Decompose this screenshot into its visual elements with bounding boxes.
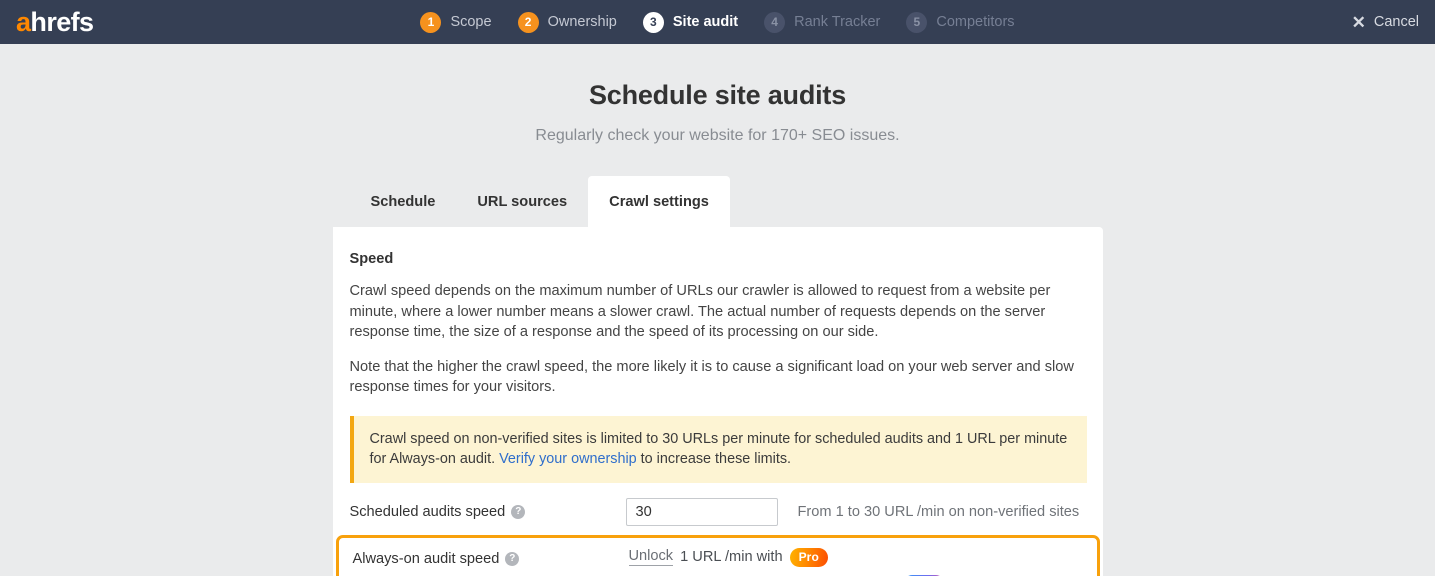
- step-label-scope: Scope: [450, 14, 491, 30]
- step-number-1: 1: [420, 12, 441, 33]
- close-icon: ✕: [1352, 14, 1366, 31]
- wizard-steps: 1 Scope 2 Ownership 3 Site audit 4 Rank …: [0, 12, 1435, 33]
- scheduled-audits-speed-field: [626, 498, 798, 526]
- speed-section-title: Speed: [350, 251, 1086, 267]
- step-label-competitors: Competitors: [936, 14, 1014, 30]
- crawl-settings-card: Speed Crawl speed depends on the maximum…: [333, 227, 1103, 576]
- step-label-site-audit: Site audit: [673, 14, 738, 30]
- step-number-2: 2: [518, 12, 539, 33]
- unlock-text-pro: 1 URL /min with: [680, 549, 782, 565]
- settings-panel: Schedule URL sources Crawl settings Spee…: [333, 176, 1103, 576]
- question-mark-icon[interactable]: ?: [511, 505, 525, 519]
- step-number-3: 3: [643, 12, 664, 33]
- unlock-options: Unlock 1 URL /min with Pro Unlock 30 URL…: [629, 548, 945, 576]
- wizard-step-scope[interactable]: 1 Scope: [420, 12, 491, 33]
- verify-ownership-link[interactable]: Verify your ownership: [499, 451, 637, 467]
- notice-text: Crawl speed on non-verified sites is lim…: [370, 429, 1071, 469]
- step-label-ownership: Ownership: [548, 14, 617, 30]
- always-on-audit-speed-label-wrap: Always-on audit speed ?: [353, 548, 629, 567]
- tab-crawl-settings[interactable]: Crawl settings: [588, 176, 730, 227]
- question-mark-icon[interactable]: ?: [505, 552, 519, 566]
- page-title: Schedule site audits: [0, 80, 1435, 111]
- ahrefs-logo[interactable]: ahrefs: [16, 9, 93, 36]
- cancel-label: Cancel: [1374, 14, 1419, 30]
- verification-notice: Crawl speed on non-verified sites is lim…: [350, 416, 1087, 483]
- wizard-step-ownership[interactable]: 2 Ownership: [518, 12, 617, 33]
- unlock-option-pro: Unlock 1 URL /min with Pro: [629, 548, 945, 567]
- step-label-rank-tracker: Rank Tracker: [794, 14, 880, 30]
- cancel-button[interactable]: ✕ Cancel: [1352, 14, 1419, 31]
- always-on-audit-speed-row[interactable]: Always-on audit speed ? Unlock 1 URL /mi…: [336, 535, 1100, 576]
- logo-text: hrefs: [30, 7, 93, 37]
- scheduled-audits-speed-input[interactable]: [626, 498, 778, 526]
- tab-bar: Schedule URL sources Crawl settings: [333, 176, 1103, 227]
- wizard-step-rank-tracker[interactable]: 4 Rank Tracker: [764, 12, 880, 33]
- speed-paragraph-2: Note that the higher the crawl speed, th…: [350, 357, 1086, 398]
- tab-schedule[interactable]: Schedule: [350, 176, 457, 227]
- scheduled-audits-speed-label: Scheduled audits speed: [350, 504, 506, 520]
- always-on-audit-speed-label: Always-on audit speed: [353, 551, 500, 567]
- page-header: Schedule site audits Regularly check you…: [0, 44, 1435, 145]
- wizard-step-site-audit[interactable]: 3 Site audit: [643, 12, 738, 33]
- unlock-link-pro[interactable]: Unlock: [629, 548, 674, 566]
- wizard-step-competitors[interactable]: 5 Competitors: [906, 12, 1014, 33]
- scheduled-audits-speed-row: Scheduled audits speed ? From 1 to 30 UR…: [350, 483, 1086, 526]
- page-subtitle: Regularly check your website for 170+ SE…: [0, 127, 1435, 145]
- plan-badge-pro: Pro: [790, 548, 828, 567]
- top-bar: ahrefs 1 Scope 2 Ownership 3 Site audit …: [0, 0, 1435, 44]
- tab-url-sources[interactable]: URL sources: [456, 176, 588, 227]
- speed-paragraph-1: Crawl speed depends on the maximum numbe…: [350, 281, 1086, 343]
- logo-letter-a: a: [16, 7, 30, 37]
- scheduled-audits-speed-hint: From 1 to 30 URL /min on non-verified si…: [798, 498, 1080, 520]
- notice-text-after: to increase these limits.: [637, 451, 791, 467]
- step-number-4: 4: [764, 12, 785, 33]
- step-number-5: 5: [906, 12, 927, 33]
- scheduled-audits-speed-label-wrap: Scheduled audits speed ?: [350, 498, 626, 520]
